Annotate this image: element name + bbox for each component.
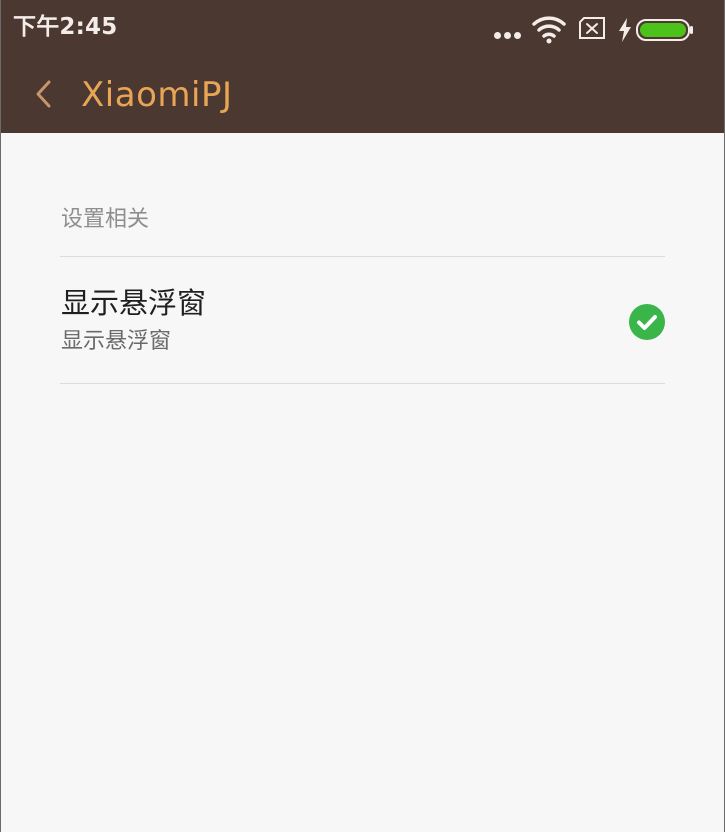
- more-dots-icon: [494, 32, 522, 40]
- status-time: 下午2:45: [13, 14, 118, 40]
- back-button[interactable]: [27, 74, 63, 114]
- wifi-icon: [532, 16, 566, 44]
- page-title: XiaomiPJ: [81, 75, 233, 115]
- status-icons: [494, 12, 714, 46]
- preference-summary: 显示悬浮窗: [61, 329, 172, 354]
- header: 下午2:45 XiaomiPJ: [1, 0, 724, 133]
- preferences-content: 设置相关 显示悬浮窗 显示悬浮窗: [1, 133, 724, 832]
- floating-window-checkbox[interactable]: [628, 303, 666, 341]
- divider: [60, 383, 665, 384]
- battery-icon: [636, 19, 693, 41]
- no-sim-icon: [579, 17, 605, 39]
- preference-row-floating-window[interactable]: 显示悬浮窗 显示悬浮窗: [1, 257, 724, 383]
- preference-title: 显示悬浮窗: [61, 286, 207, 320]
- app-bar: XiaomiPJ: [1, 56, 724, 133]
- status-bar: 下午2:45: [1, 0, 724, 56]
- app-window: 下午2:45 XiaomiPJ 设置相关 显示悬浮窗 显示悬浮窗: [0, 0, 725, 832]
- section-header: 设置相关: [61, 207, 150, 232]
- charging-icon: [619, 18, 631, 42]
